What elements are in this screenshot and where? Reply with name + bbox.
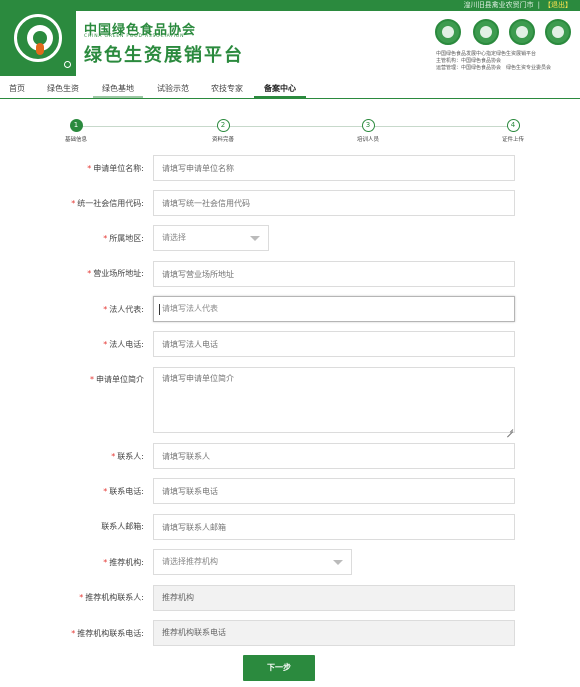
region-label: * 所属地区: [20,233,144,244]
step-number: 1 [69,119,83,132]
field-label-text: 推荐机构联系人: [85,593,144,602]
legal-phone-input[interactable] [153,331,515,357]
field-label-text: 申请单位名称: [93,164,144,173]
field-label-text: 推荐机构联系电话: [77,629,144,638]
company-name-label: * 申请单位名称: [20,163,144,174]
step-label: 基础信息 [64,137,87,143]
recommender-label: * 推荐机构: [20,557,144,568]
legal-rep-input[interactable]: 请填写法人代表 [153,296,515,322]
field-label-text: 法人代表: [109,305,144,314]
field-label-text: 联系人邮箱: [101,522,144,531]
sponsor-info: 中国绿色食品发展中心指定绿色生资展销平台 主管机构：中国绿色食品协会 运营管理：… [436,51,576,72]
credit-code-label: * 统一社会信用代码: [20,198,144,209]
org-name-en: CHINA GREEN FOOD ASSOCIATION [84,34,185,39]
organic-badge-icon [473,19,499,45]
contact-name-input[interactable] [153,443,515,469]
field-label-text: 营业场所地址: [93,269,144,278]
company-intro-label: * 申请单位简介 [20,374,144,385]
contact-name-label: * 联系人: [20,451,144,462]
required-mark: * [103,340,108,349]
company-intro-textarea[interactable] [153,367,515,433]
sponsor-line: 中国绿色食品发展中心指定绿色生资展销平台 [436,51,537,57]
step-training: 3 培训人员 [338,119,398,143]
contact-email-input[interactable] [153,514,515,540]
required-mark: * [103,558,108,567]
legal-rep-placeholder: 请填写法人代表 [162,304,218,313]
step-number: 2 [216,119,230,132]
recommender-select-value: 请选择推荐机构 [162,557,218,566]
credit-code-input[interactable] [153,190,515,216]
platform-title: 绿色生资展销平台 [84,45,244,66]
main-nav: 首页 绿色生资 绿色基地 试验示范 农技专家 备案中心 [0,81,580,99]
required-mark: * [103,305,108,314]
top-bar-separator: | [537,1,540,9]
resize-handle-icon[interactable] [506,425,514,433]
steps-progress-line [76,126,514,127]
step-certificates: 4 证件上传 [483,119,543,143]
sponsor-line: 运营管理：中国绿色食品协会 绿色生资专业委员会 [436,65,552,71]
step-number: 4 [506,119,520,132]
user-link[interactable]: 湟川旧县禽业农贸门市 [464,1,534,9]
farm-input-badge-icon [545,19,571,45]
recommender-contact-label: * 推荐机构联系人: [20,592,144,603]
recommender-phone-field: 推荐机构联系电话 [153,620,515,646]
region-select-value: 请选择 [162,233,186,242]
required-mark: * [87,269,92,278]
legal-phone-label: * 法人电话: [20,339,144,350]
field-label-text: 申请单位简介 [96,375,144,384]
text-cursor [159,304,160,315]
step-materials: 2 资料完善 [193,119,253,143]
top-bar: 湟川旧县禽业农贸门市 | 【退出】 [76,0,580,11]
logout-link[interactable]: 【退出】 [544,1,572,9]
required-mark: * [71,199,76,208]
recommender-select[interactable]: 请选择推荐机构 [153,549,352,575]
registered-mark-icon [64,61,71,68]
recommender-phone-value: 推荐机构联系电话 [162,628,226,637]
nav-item-green-bases[interactable]: 绿色基地 [93,81,143,98]
sponsor-line: 主管机构：中国绿色食品协会 [436,58,502,64]
step-basic-info: 1 基础信息 [46,119,106,143]
required-mark: * [87,164,92,173]
certification-badges [435,19,575,49]
step-label: 证件上传 [501,137,524,143]
step-number: 3 [361,119,375,132]
required-mark: * [111,452,116,461]
legal-rep-label: * 法人代表: [20,304,144,315]
field-label-text: 法人电话: [109,340,144,349]
field-label-text: 联系电话: [109,487,144,496]
contact-phone-input[interactable] [153,478,515,504]
green-food-badge-icon [435,19,461,45]
chevron-down-icon [250,236,260,241]
nav-item-green-inputs[interactable]: 绿色生资 [38,81,88,98]
region-select[interactable]: 请选择 [153,225,269,251]
required-mark: * [103,487,108,496]
recommender-contact-value: 推荐机构 [162,593,194,602]
field-label-text: 联系人: [117,452,144,461]
business-address-input[interactable] [153,261,515,287]
step-label: 资料完善 [211,137,234,143]
company-name-input[interactable] [153,155,515,181]
nav-item-filing-center[interactable]: 备案中心 [254,81,306,98]
next-step-button[interactable]: 下一步 [243,655,315,681]
nav-item-demonstrations[interactable]: 试验示范 [148,81,198,98]
business-address-label: * 营业场所地址: [20,268,144,279]
required-mark: * [90,375,94,384]
chevron-down-icon [333,560,343,565]
contact-phone-label: * 联系电话: [20,486,144,497]
field-label-text: 推荐机构: [109,558,144,567]
recommender-phone-label: * 推荐机构联系电话: [20,628,144,639]
contact-email-label: 联系人邮箱: [20,521,144,532]
green-food-logo-icon [14,14,62,62]
recommender-contact-field: 推荐机构 [153,585,515,611]
required-mark: * [79,593,84,602]
field-label-text: 所属地区: [109,234,144,243]
nav-item-experts[interactable]: 农技专家 [200,81,254,98]
nav-item-home[interactable]: 首页 [0,81,34,98]
required-mark: * [103,234,108,243]
logo[interactable] [0,0,76,76]
step-label: 培训人员 [356,137,379,143]
field-label-text: 统一社会信用代码: [77,199,144,208]
ecology-badge-icon [509,19,535,45]
required-mark: * [71,629,76,638]
